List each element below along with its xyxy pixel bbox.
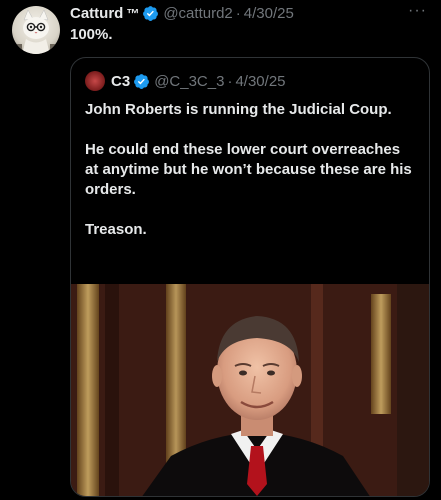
quoted-tweet-header: C3 @C_3C_3 · 4/30/25 bbox=[85, 71, 286, 91]
author-avatar[interactable] bbox=[12, 6, 60, 54]
quoted-author-handle: @C_3C_3 bbox=[154, 72, 225, 90]
tweet-date[interactable]: 4/30/25 bbox=[244, 5, 294, 22]
author-display-name[interactable]: Catturd bbox=[70, 5, 123, 22]
quoted-tweet-text: John Roberts is running the Judicial Cou… bbox=[85, 100, 415, 260]
tweet-header: Catturd ™ @catturd2 · 4/30/25 bbox=[70, 3, 294, 23]
quoted-paragraph: John Roberts is running the Judicial Cou… bbox=[85, 101, 392, 118]
author-handle[interactable]: @catturd2 bbox=[163, 5, 232, 22]
verified-badge-icon bbox=[143, 5, 159, 21]
quoted-paragraph: Treason. bbox=[85, 221, 147, 238]
quoted-paragraph: He could end these lower court overreach… bbox=[85, 141, 412, 198]
separator-dot: · bbox=[235, 4, 241, 22]
quoted-author-display-name: C3 bbox=[111, 72, 131, 90]
more-options-icon[interactable]: ··· bbox=[408, 2, 427, 20]
cat-avatar-icon bbox=[16, 9, 56, 54]
quoted-tweet-card[interactable]: C3 @C_3C_3 · 4/30/25 John Roberts is run… bbox=[70, 57, 430, 497]
portrait-photo bbox=[71, 284, 429, 496]
quoted-tweet-date: 4/30/25 bbox=[235, 72, 286, 90]
trademark-symbol: ™ bbox=[126, 5, 140, 21]
tweet-text: 100%. bbox=[70, 26, 113, 43]
quoted-tweet-photo[interactable] bbox=[71, 284, 429, 496]
separator-dot: · bbox=[227, 72, 233, 90]
quoted-author-avatar bbox=[85, 71, 105, 91]
verified-badge-icon bbox=[134, 73, 150, 89]
